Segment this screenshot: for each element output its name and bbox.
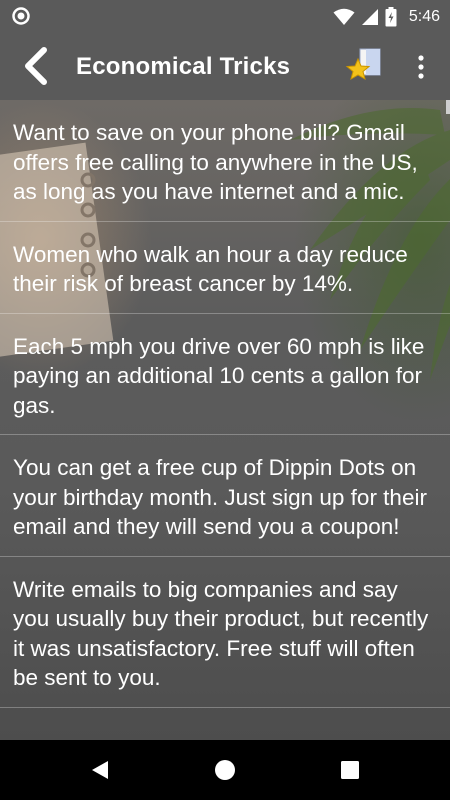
tips-content[interactable]: Want to save on your phone bill? Gmail o… [0,100,450,740]
signal-icon [361,8,378,25]
navigation-bar [0,740,450,800]
overflow-menu-button[interactable] [406,49,436,85]
recents-square-icon[interactable] [338,758,362,782]
tip-item[interactable]: Each 5 mph you drive over 60 mph is like… [0,314,450,435]
more-vert-icon [418,55,424,79]
home-circle-icon[interactable] [213,758,237,782]
tip-item[interactable]: Women who walk an hour a day reduce thei… [0,222,450,314]
tips-list: Want to save on your phone bill? Gmail o… [0,100,450,708]
app-screen: 5:46 Economical Tricks Want to save on y… [0,0,450,800]
chevron-left-icon [25,47,47,85]
wifi-icon [333,8,355,25]
page-title: Economical Tricks [76,53,291,80]
status-bar: 5:46 [0,0,450,33]
tip-item[interactable]: You can get a free cup of Dippin Dots on… [0,435,450,557]
star-page-icon[interactable] [344,45,386,87]
battery-charging-icon [385,6,397,26]
status-icons: 5:46 [333,0,440,33]
app-bar: Economical Tricks [0,33,450,100]
notification-circle-icon [12,7,30,25]
tip-item[interactable]: Write emails to big companies and say yo… [0,557,450,708]
back-triangle-icon[interactable] [88,758,112,782]
back-button[interactable] [16,46,56,86]
tip-item[interactable]: Want to save on your phone bill? Gmail o… [0,100,450,222]
status-time: 5:46 [408,7,440,25]
